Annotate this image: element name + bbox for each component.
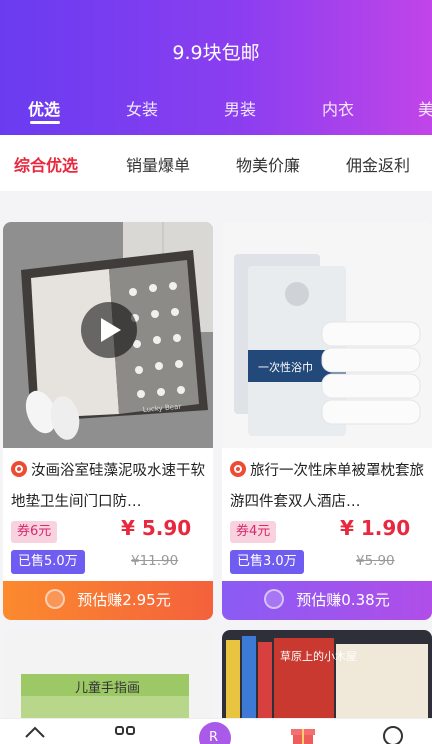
product-image-towels[interactable]: 一次性浴巾 [222,222,432,448]
category-tabs: 优选 女装 男装 内衣 美 [0,96,432,124]
sort-comprehensive[interactable]: 综合优选 [14,152,78,176]
home-icon[interactable] [24,725,46,744]
header: 9.9块包邮 优选 女装 男装 内衣 美 [0,0,432,135]
bottom-nav: R [0,718,432,744]
category-icon[interactable] [114,725,136,744]
sort-commission[interactable]: 佣金返利 [346,152,410,176]
svg-text:草原上的小木屋: 草原上的小木屋 [280,649,357,663]
active-tab-indicator [30,121,60,124]
tab-youxuan[interactable]: 优选 [28,96,60,120]
gift-icon[interactable] [290,725,316,744]
tab-nvzhuang[interactable]: 女装 [126,96,158,120]
product-card-1[interactable]: Lucky Bear 汝画浴室硅藻泥吸水速干软地垫卫生间门口防… 券6元 ¥ 5… [3,222,213,620]
earn-button[interactable]: 预估赚2.95元 [3,581,213,620]
tab-mei[interactable]: 美 [418,96,432,120]
shop-badge-icon [230,461,246,477]
svg-text:儿童手指画: 儿童手指画 [75,680,140,696]
original-price: ¥11.90 [131,553,179,569]
profile-icon[interactable] [382,725,404,744]
r-icon[interactable]: R [198,721,232,744]
sold-badge: 已售3.0万 [230,550,304,574]
original-price: ¥5.90 [356,553,395,569]
coin-icon [264,589,285,609]
sort-sales[interactable]: 销量爆单 [126,152,190,176]
product-card-2[interactable]: 一次性浴巾 旅行一次性床单被罩枕套旅游四件套双人酒店… 券4元 ¥ 1.90 已… [222,222,432,620]
page-title: 9.9块包邮 [172,42,260,64]
product-title[interactable]: 汝画浴室硅藻泥吸水速干软地垫卫生间门口防… [11,456,207,518]
tab-neiyi[interactable]: 内衣 [322,96,354,120]
coin-icon [45,589,66,609]
product-image-floor-mat[interactable]: Lucky Bear [3,222,213,448]
sort-value[interactable]: 物美价廉 [236,152,300,176]
product-title[interactable]: 旅行一次性床单被罩枕套旅游四件套双人酒店… [230,456,426,518]
tab-nanzhuang[interactable]: 男装 [224,96,256,120]
earn-button[interactable]: 预估赚0.38元 [222,581,432,620]
svg-text:R: R [209,730,218,744]
sold-badge: 已售5.0万 [11,550,85,574]
svg-text:一次性浴巾: 一次性浴巾 [258,360,313,374]
coupon-badge: 券4元 [230,521,277,543]
price: ¥ 5.90 [121,516,192,540]
sort-bar: 综合优选 销量爆单 物美价廉 佣金返利 [0,135,432,191]
price: ¥ 1.90 [340,516,411,540]
coupon-badge: 券6元 [11,521,58,543]
shop-badge-icon [11,461,27,477]
